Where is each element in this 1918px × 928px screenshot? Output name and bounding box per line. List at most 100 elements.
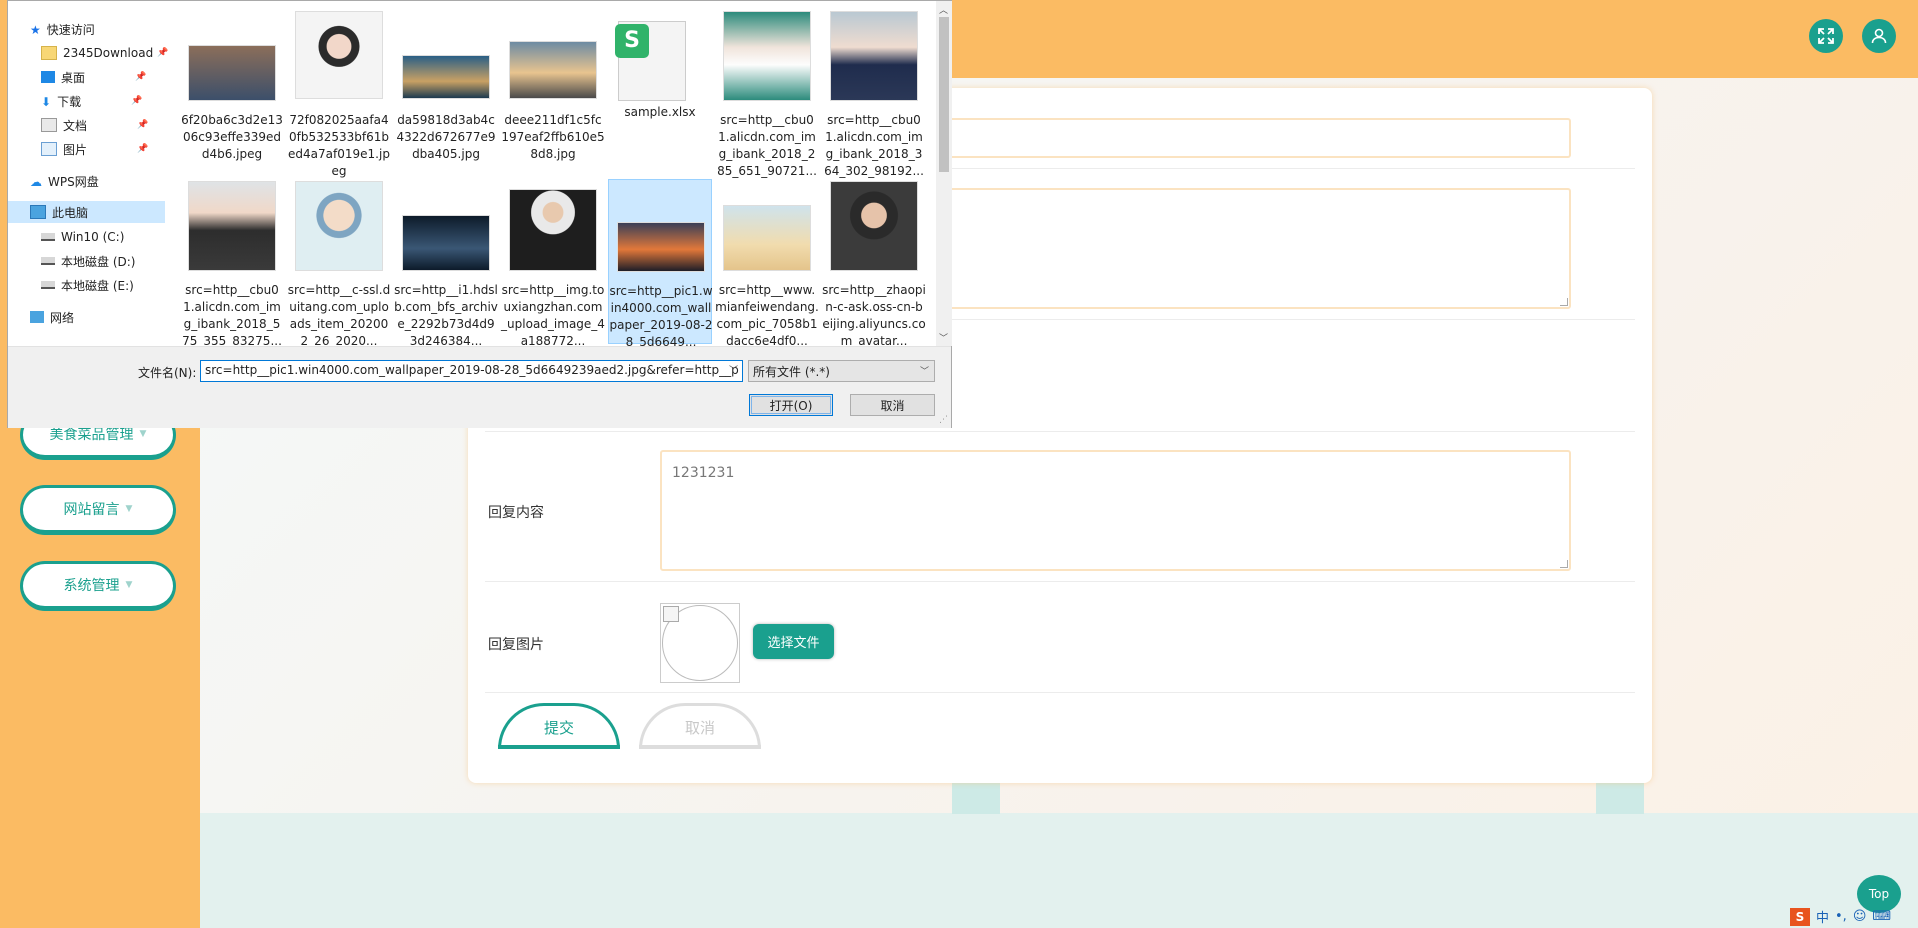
- file-item[interactable]: da59818d3ab4c4322d672677e9dba405.jpg: [394, 9, 498, 174]
- nav-item-2345download[interactable]: 2345Download 📌: [41, 42, 168, 64]
- nav-label: WPS网盘: [48, 174, 99, 189]
- nav-item-wps-cloud[interactable]: ☁ WPS网盘: [30, 170, 99, 192]
- divider: [485, 692, 1635, 693]
- network-icon: [30, 311, 44, 323]
- caret-down-icon: ▼: [125, 580, 133, 590]
- file-grid: 6f20ba6c3d2e1306c93effe339edd4b6.jpeg 72…: [180, 1, 930, 346]
- scrollbar-thumb[interactable]: [939, 17, 949, 172]
- chevron-down-icon[interactable]: ﹀: [729, 363, 738, 376]
- nav-label: 本地磁盘 (E:): [61, 278, 134, 293]
- sogou-icon[interactable]: S: [1790, 907, 1810, 926]
- spreadsheet-icon: S: [615, 21, 686, 101]
- sidebar-item-system[interactable]: 系统管理 ▼: [20, 561, 176, 611]
- file-name: src=http__cbu01.alicdn.com_img_ibank_201…: [182, 283, 282, 346]
- filename-input[interactable]: src=http__pic1.win4000.com_wallpaper_201…: [200, 360, 743, 382]
- drive-icon: [41, 257, 55, 265]
- file-open-dialog: ★ 快速访问 2345Download 📌 桌面 📌 ⬇ 下载 📌 文档 📌 图片 📌 ☁ WP…: [7, 0, 952, 428]
- file-name: sample.xlsx: [624, 105, 696, 119]
- caret-down-icon: ▼: [139, 429, 147, 439]
- file-name: src=http__zhaopin-c-ask.oss-cn-beijing.a…: [822, 283, 926, 346]
- nav-label: 本地磁盘 (D:): [61, 254, 136, 269]
- nav-item-downloads[interactable]: ⬇ 下载 📌: [41, 90, 142, 112]
- file-item[interactable]: src=http__i1.hdslb.com_bfs_archive_2292b…: [394, 179, 498, 346]
- nav-item-desktop[interactable]: 桌面 📌: [41, 66, 146, 88]
- file-item[interactable]: src=http__cbu01.alicdn.com_img_ibank_201…: [715, 9, 819, 178]
- cloud-icon: ☁: [30, 175, 42, 189]
- file-item[interactable]: 6f20ba6c3d2e1306c93effe339edd4b6.jpeg: [180, 9, 284, 174]
- dialog-cancel-button[interactable]: 取消: [850, 394, 935, 416]
- nav-label: 此电脑: [52, 205, 89, 220]
- pin-icon: 📌: [135, 72, 147, 82]
- submit-underline: [498, 745, 620, 749]
- file-item[interactable]: S sample.xlsx: [608, 9, 712, 174]
- nav-label: 桌面: [61, 70, 86, 85]
- user-button[interactable]: [1862, 19, 1896, 53]
- scroll-down-icon[interactable]: ﹀: [939, 331, 948, 344]
- file-name: src=http__i1.hdslb.com_bfs_archive_2292b…: [394, 283, 498, 346]
- keyboard-icon[interactable]: ⌨: [1872, 909, 1891, 924]
- fullscreen-button[interactable]: [1809, 19, 1843, 53]
- file-item[interactable]: src=http__img.touxiangzhan.com_upload_im…: [501, 179, 605, 346]
- user-icon: [1871, 28, 1887, 44]
- sidebar-item-label: 系统管理: [63, 578, 120, 594]
- nav-item-network[interactable]: 网络: [30, 306, 74, 328]
- divider: [485, 581, 1635, 582]
- nav-item-documents[interactable]: 文档 📌: [41, 114, 148, 136]
- file-name: 72f082025aafa40fb532533bf61bed4a7af019e1…: [288, 113, 390, 178]
- dialog-footer: 文件名(N): src=http__pic1.win4000.com_wallp…: [8, 346, 951, 428]
- pin-icon: 📌: [137, 144, 149, 154]
- file-item[interactable]: src=http__zhaopin-c-ask.oss-cn-beijing.a…: [822, 179, 926, 346]
- picture-icon: [41, 142, 57, 156]
- choose-file-button[interactable]: 选择文件: [753, 624, 834, 659]
- file-type-value: 所有文件 (*.*): [753, 365, 830, 379]
- drive-icon: [41, 281, 55, 289]
- file-grid-scrollbar[interactable]: ︿ ﹀: [936, 1, 952, 346]
- file-item[interactable]: src=http__cbu01.alicdn.com_img_ibank_201…: [180, 179, 284, 346]
- filename-value: src=http__pic1.win4000.com_wallpaper_201…: [205, 363, 739, 377]
- sidebar-item-messages[interactable]: 网站留言 ▼: [20, 485, 176, 535]
- emoji-icon[interactable]: ☺: [1853, 909, 1867, 924]
- file-item[interactable]: src=http__www.mianfeiwendang.com_pic_705…: [715, 179, 819, 346]
- file-name: da59818d3ab4c4322d672677e9dba405.jpg: [396, 113, 496, 161]
- nav-item-drive-e[interactable]: 本地磁盘 (E:): [41, 274, 134, 296]
- file-item[interactable]: 72f082025aafa40fb532533bf61bed4a7af019e1…: [287, 9, 391, 178]
- nav-item-this-pc[interactable]: 此电脑: [8, 201, 165, 223]
- nav-item-quick-access[interactable]: ★ 快速访问: [30, 18, 95, 40]
- download-icon: ⬇: [41, 95, 52, 109]
- reply-image-label: 回复图片: [488, 637, 544, 653]
- nav-label: 网络: [50, 310, 75, 325]
- document-icon: [41, 118, 57, 132]
- expand-icon: [1818, 28, 1834, 44]
- file-name: deee211df1c5fc197eaf2ffb610e58d8.jpg: [501, 113, 605, 161]
- system-tray: S 中 •, ☺ ⌨: [1790, 905, 1918, 928]
- file-type-select[interactable]: 所有文件 (*.*) ﹀: [748, 360, 935, 382]
- file-name: src=http__cbu01.alicdn.com_img_ibank_201…: [717, 113, 817, 178]
- ime-mode[interactable]: 中: [1816, 907, 1829, 926]
- resize-grip-icon[interactable]: ⋰: [939, 415, 948, 425]
- footer-band: [200, 813, 1918, 928]
- punct-mode[interactable]: •,: [1835, 909, 1847, 924]
- file-item-selected[interactable]: src=http__pic1.win4000.com_wallpaper_201…: [608, 179, 713, 346]
- nav-label: 图片: [63, 142, 88, 157]
- desktop-icon: [41, 71, 55, 83]
- nav-item-drive-c[interactable]: Win10 (C:): [41, 226, 124, 248]
- dialog-nav-pane: ★ 快速访问 2345Download 📌 桌面 📌 ⬇ 下载 📌 文档 📌 图片 📌 ☁ WP…: [8, 1, 168, 346]
- file-name: src=http__www.mianfeiwendang.com_pic_705…: [715, 283, 819, 346]
- file-item[interactable]: src=http__c-ssl.duitang.com_uploads_item…: [287, 179, 391, 346]
- scroll-up-icon[interactable]: ︿: [939, 3, 948, 16]
- nav-item-drive-d[interactable]: 本地磁盘 (D:): [41, 250, 135, 272]
- file-item[interactable]: src=http__cbu01.alicdn.com_img_ibank_201…: [822, 9, 926, 178]
- broken-image-icon: [663, 606, 679, 622]
- caret-down-icon: ▼: [125, 504, 133, 514]
- file-item[interactable]: deee211df1c5fc197eaf2ffb610e58d8.jpg: [501, 9, 605, 174]
- reply-content-value: 1231231: [672, 465, 735, 481]
- reply-content-textarea[interactable]: [660, 450, 1571, 571]
- chevron-down-icon: ﹀: [919, 367, 929, 377]
- star-icon: ★: [30, 23, 41, 37]
- nav-item-pictures[interactable]: 图片 📌: [41, 138, 148, 160]
- pin-icon: 📌: [131, 96, 143, 106]
- nav-label: 2345Download: [63, 46, 154, 60]
- file-name: src=http__pic1.win4000.com_wallpaper_201…: [609, 284, 713, 346]
- open-button[interactable]: 打开(O): [749, 394, 833, 416]
- pin-icon: 📌: [157, 48, 169, 58]
